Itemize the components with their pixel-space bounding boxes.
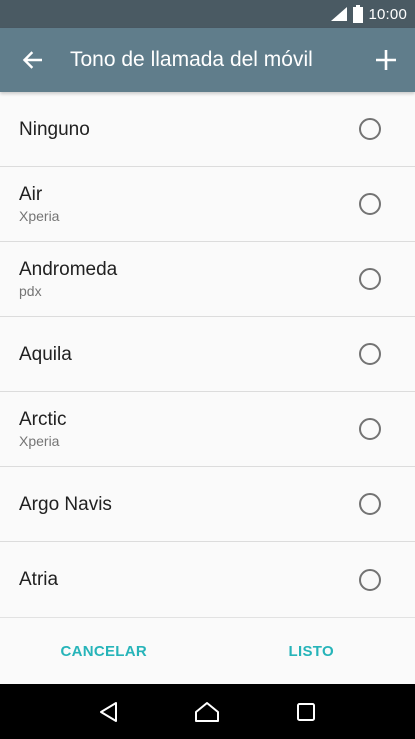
battery-icon (353, 5, 364, 23)
navigation-bar (0, 684, 415, 739)
add-ringtone-button[interactable] (357, 28, 415, 92)
home-icon (195, 701, 220, 722)
nav-recents-button[interactable] (281, 687, 331, 737)
ringtone-item-argo-navis[interactable]: Argo Navis (0, 467, 415, 542)
ringtone-title: Aquila (19, 343, 72, 365)
status-bar: 10:00 (0, 0, 415, 28)
radio-button[interactable] (359, 193, 381, 215)
back-triangle-icon (100, 701, 118, 722)
ringtone-title: Argo Navis (19, 493, 112, 515)
cancel-button[interactable]: CANCELAR (0, 618, 208, 684)
radio-button[interactable] (359, 343, 381, 365)
nav-back-button[interactable] (84, 687, 134, 737)
ringtone-list: Ninguno Air Xperia Andromeda pdx Aquila … (0, 92, 415, 617)
recents-icon (296, 702, 315, 721)
ringtone-title: Ninguno (19, 118, 90, 140)
ringtone-item-arctic[interactable]: Arctic Xperia (0, 392, 415, 467)
back-button[interactable] (0, 28, 64, 92)
signal-icon (331, 7, 348, 21)
ringtone-title: Arctic (19, 409, 67, 430)
app-bar: Tono de llamada del móvil (0, 28, 415, 92)
ringtone-item-ninguno[interactable]: Ninguno (0, 92, 415, 167)
ringtone-item-andromeda[interactable]: Andromeda pdx (0, 242, 415, 317)
radio-button[interactable] (359, 568, 381, 591)
ringtone-subtitle: Xperia (19, 433, 60, 449)
ringtone-title: Air (19, 184, 43, 205)
done-button[interactable]: LISTO (208, 618, 415, 684)
ringtone-item-air[interactable]: Air Xperia (0, 167, 415, 242)
status-time: 10:00 (368, 5, 407, 23)
ringtone-subtitle: pdx (19, 283, 42, 299)
radio-button[interactable] (359, 493, 381, 515)
radio-button[interactable] (359, 418, 381, 440)
plus-icon (376, 50, 396, 70)
radio-button[interactable] (359, 118, 381, 140)
arrow-left-icon (22, 51, 42, 69)
ringtone-item-atria[interactable]: Atria (0, 542, 415, 617)
ringtone-item-aquila[interactable]: Aquila (0, 317, 415, 392)
dialog-button-bar: CANCELAR LISTO (0, 617, 415, 684)
ringtone-title: Atria (19, 569, 59, 590)
radio-button[interactable] (359, 268, 381, 290)
page-title: Tono de llamada del móvil (70, 48, 313, 71)
ringtone-title: Andromeda (19, 259, 118, 280)
ringtone-subtitle: Xperia (19, 208, 60, 224)
nav-home-button[interactable] (182, 687, 232, 737)
